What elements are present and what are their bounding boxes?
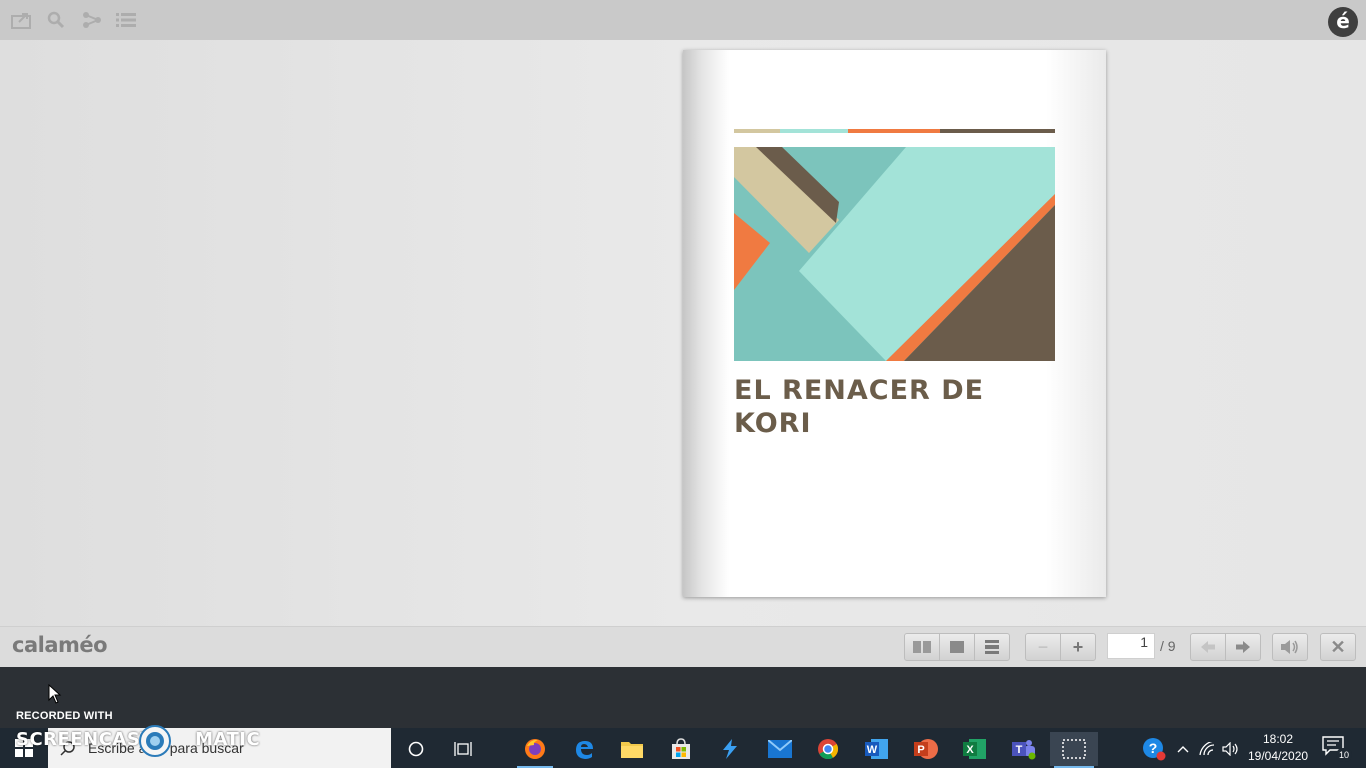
taskbar-edge[interactable] — [562, 732, 606, 766]
stripe-tan — [734, 129, 780, 133]
arrow-right-icon — [1236, 641, 1250, 653]
taskbar-excel[interactable]: X — [953, 732, 997, 766]
taskbar-azure[interactable] — [708, 732, 752, 766]
chrome-icon — [818, 739, 839, 760]
word-icon: W — [865, 739, 888, 759]
document-viewer: EL RENACER DE KORI — [0, 40, 1366, 626]
tray-volume[interactable] — [1220, 732, 1242, 766]
action-center-button[interactable]: 10 — [1322, 736, 1352, 762]
tray-wifi[interactable] — [1197, 732, 1219, 766]
desktop-background — [0, 667, 1366, 728]
arrow-left-icon — [1201, 641, 1215, 653]
cortana-button[interactable] — [394, 732, 438, 766]
zoom-out-button[interactable]: − — [1025, 633, 1061, 661]
document-page[interactable]: EL RENACER DE KORI — [683, 50, 1106, 597]
search-icon[interactable] — [44, 8, 68, 32]
scroll-view-icon — [985, 640, 999, 654]
taskbar-powerpoint[interactable]: P — [904, 732, 948, 766]
clock-time: 18:02 — [1262, 732, 1294, 746]
calameo-logo[interactable]: calaméo — [12, 633, 108, 657]
close-icon: ✕ — [1330, 636, 1346, 657]
powerpoint-icon: P — [914, 739, 938, 759]
teams-icon: T — [1012, 740, 1036, 760]
share-icon[interactable] — [10, 8, 34, 32]
cover-title-line2: KORI — [734, 408, 812, 439]
taskbar-firefox[interactable] — [513, 732, 557, 768]
cover-title-line1: EL RENACER DE — [734, 375, 985, 406]
viewer-controls: calaméo − + 1 / 9 ✕ — [0, 626, 1366, 668]
prev-page-button[interactable] — [1190, 633, 1226, 661]
page-edge-shadow — [1046, 50, 1106, 597]
next-page-button[interactable] — [1225, 633, 1261, 661]
wifi-icon — [1199, 742, 1215, 756]
mouse-cursor-icon — [48, 684, 62, 704]
tray-help[interactable]: ? — [1134, 732, 1174, 766]
volume-icon — [1222, 742, 1238, 756]
svg-text:W: W — [867, 744, 878, 756]
mail-icon — [768, 740, 792, 758]
taskbar-file-explorer[interactable] — [610, 732, 654, 766]
cortana-icon — [408, 741, 424, 757]
clock-date: 19/04/2020 — [1248, 749, 1309, 763]
taskbar-chrome[interactable] — [806, 732, 850, 766]
excel-icon: X — [963, 739, 986, 759]
watermark-recorded-with: RECORDED WITH — [16, 710, 113, 722]
taskbar-store[interactable] — [659, 732, 703, 766]
cover-title: EL RENACER DE KORI — [734, 374, 1064, 440]
screencast-logo-icon — [139, 725, 171, 757]
store-icon — [672, 738, 690, 759]
help-icon: ? — [1143, 738, 1166, 761]
stripe-orange — [848, 129, 940, 133]
folder-icon — [621, 742, 643, 758]
tray-clock[interactable]: 18:02 19/04/2020 — [1248, 731, 1308, 765]
watermark-brand-right: MATIC — [195, 729, 261, 750]
edge-icon — [576, 741, 593, 759]
page-spine-shadow — [683, 50, 729, 597]
task-view-icon — [454, 742, 472, 756]
stripe-brown — [940, 129, 1055, 133]
cover-stripe — [734, 129, 1055, 133]
sound-button[interactable] — [1272, 633, 1308, 661]
book-view-icon — [913, 641, 931, 653]
single-page-view-icon — [950, 641, 964, 653]
tray-expand[interactable] — [1172, 732, 1194, 766]
taskbar-teams[interactable]: T — [1002, 732, 1046, 766]
taskbar-word[interactable]: W — [855, 732, 899, 766]
stripe-mint — [780, 129, 848, 133]
chevron-up-icon — [1177, 746, 1189, 753]
lightning-icon — [723, 739, 737, 759]
watermark-brand-left: SCREENCAST — [16, 729, 154, 750]
page-total: / 9 — [1160, 638, 1176, 654]
notification-badge: 10 — [1336, 748, 1352, 762]
speaker-icon — [1281, 640, 1298, 654]
taskbar-mail[interactable] — [758, 732, 802, 766]
scroll-view-button[interactable] — [974, 633, 1010, 661]
book-view-button[interactable] — [904, 633, 940, 661]
snipping-icon — [1062, 739, 1086, 759]
zoom-in-button[interactable]: + — [1060, 633, 1096, 661]
close-button[interactable]: ✕ — [1320, 633, 1356, 661]
top-toolbar: é — [0, 0, 1366, 40]
svg-text:X: X — [966, 744, 974, 756]
single-page-view-button[interactable] — [939, 633, 975, 661]
taskbar-snipping-tool[interactable] — [1050, 732, 1098, 768]
cover-illustration — [734, 147, 1055, 361]
publisher-logo-icon[interactable]: é — [1328, 7, 1358, 37]
svg-text:?: ? — [1149, 740, 1158, 756]
task-view-button[interactable] — [441, 732, 485, 766]
svg-text:T: T — [1016, 744, 1023, 756]
firefox-icon — [525, 739, 545, 759]
list-icon[interactable] — [114, 8, 138, 32]
page-number-input[interactable]: 1 — [1107, 633, 1155, 659]
svg-text:P: P — [917, 744, 924, 756]
share-nodes-icon[interactable] — [80, 8, 104, 32]
